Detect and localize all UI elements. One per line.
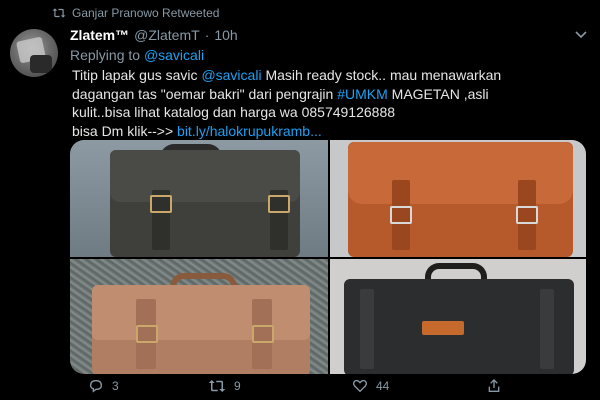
tweet-text-segment: kulit..bisa lihat katalog dan harga wa 0… bbox=[72, 104, 396, 120]
avatar[interactable] bbox=[10, 29, 58, 77]
author-handle[interactable]: @ZlatemT bbox=[134, 27, 200, 43]
photo-bag-black[interactable] bbox=[330, 259, 586, 374]
hashtag-link[interactable]: #UMKM bbox=[337, 86, 388, 102]
tweet-actions: 3 9 44 bbox=[88, 378, 568, 396]
like-button[interactable]: 44 bbox=[352, 378, 389, 394]
retweet-indicator[interactable]: Ganjar Pranowo Retweeted bbox=[52, 6, 219, 20]
retweet-icon bbox=[208, 378, 226, 394]
tweet-body: Titip lapak gus savic @savicali Masih re… bbox=[72, 66, 572, 140]
tweet-text-segment: MAGETAN ,asli bbox=[387, 85, 489, 102]
photo-bag-suede[interactable] bbox=[70, 259, 328, 374]
mention-link[interactable]: @savicali bbox=[201, 67, 261, 83]
reply-button[interactable]: 3 bbox=[88, 378, 119, 394]
retweet-count: 9 bbox=[234, 379, 241, 393]
reply-icon bbox=[88, 378, 104, 394]
author-name[interactable]: Zlatem™ bbox=[70, 27, 129, 43]
tweet-text-segment: Masih ready stock.. mau menawarkan bbox=[261, 67, 502, 83]
replying-prefix: Replying to bbox=[70, 47, 141, 63]
heart-icon bbox=[352, 378, 368, 394]
photo-bag-tan[interactable] bbox=[330, 140, 586, 257]
tweet-header: Zlatem™ @ZlatemT · 10h bbox=[70, 27, 238, 43]
retweeted-by-text: Ganjar Pranowo Retweeted bbox=[72, 6, 220, 20]
more-icon[interactable] bbox=[574, 27, 588, 44]
separator: · bbox=[204, 27, 210, 43]
tweet-text-segment: Titip lapak gus savic bbox=[72, 67, 202, 83]
share-button[interactable] bbox=[486, 378, 502, 394]
retweet-icon bbox=[52, 7, 66, 19]
media-grid bbox=[70, 140, 586, 374]
url-link[interactable]: bit.ly/halokrupukramb... bbox=[177, 123, 322, 139]
tweet-text-segment: bisa Dm klik-->> bbox=[72, 122, 178, 139]
share-icon bbox=[486, 378, 502, 394]
replying-mention-link[interactable]: @savicali bbox=[144, 47, 204, 63]
retweet-button[interactable]: 9 bbox=[208, 378, 241, 394]
replying-to: Replying to @savicali bbox=[70, 47, 204, 63]
like-count: 44 bbox=[376, 379, 390, 393]
photo-bag-dark[interactable] bbox=[70, 140, 328, 257]
tweet-text-segment: dagangan tas "oemar bakri" dari pengraji… bbox=[72, 85, 338, 102]
tweet-time[interactable]: 10h bbox=[214, 27, 237, 43]
reply-count: 3 bbox=[112, 379, 119, 393]
